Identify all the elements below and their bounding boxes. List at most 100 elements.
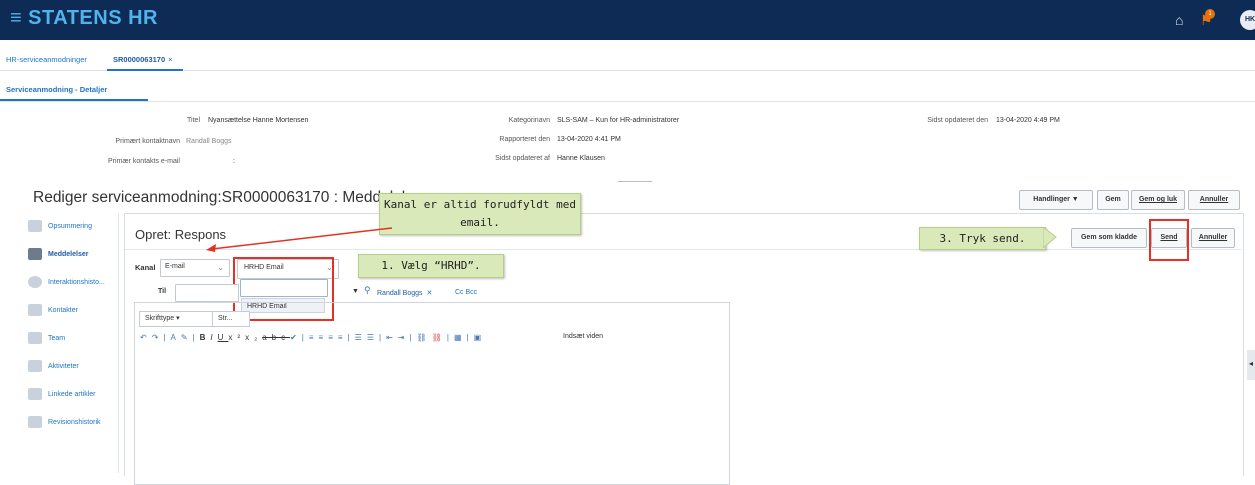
record-tab-bar (0, 48, 1255, 71)
redo-icon[interactable]: ↷ (152, 333, 164, 342)
dropdown-arrow-icon[interactable]: ▼ (352, 288, 359, 295)
updated-by-label: Sidst opdateret af (495, 155, 550, 162)
sidebar-item-interaktionshistorik[interactable]: Interaktionshisto... (28, 276, 105, 294)
team-icon (28, 332, 42, 344)
sidebar-item-aktiviteter[interactable]: Aktiviteter (28, 360, 79, 378)
annuller-page-button[interactable]: Annuller (1188, 190, 1240, 210)
clear-format-icon[interactable]: ✔ (290, 333, 302, 342)
collapse-handle[interactable] (618, 181, 652, 182)
tab-sr-record-label: SR0000063170 (113, 55, 166, 64)
clock-icon (28, 276, 42, 288)
font-color-icon[interactable]: A (170, 333, 180, 342)
app-header (0, 0, 1255, 40)
sidebar-item-label: Interaktionshisto... (48, 278, 105, 286)
recipient-chip[interactable]: Randall Boggs ✕ (377, 289, 432, 297)
highlight-icon[interactable]: ✎ (181, 333, 193, 342)
sidebar-item-linkede-artikler[interactable]: Linkede artikler (28, 388, 95, 406)
updated-on-value: 13-04-2020 4:49 PM (996, 117, 1060, 124)
search-icon[interactable]: ⚲ (364, 285, 371, 296)
messages-icon (28, 248, 42, 260)
tab-sr-record[interactable]: SR0000063170 × (113, 55, 173, 64)
reported-value: 13-04-2020 4:41 PM (557, 136, 621, 143)
gem-og-luk-button[interactable]: Gem og luk (1131, 190, 1185, 210)
sidebar-item-team[interactable]: Team (28, 332, 65, 350)
primary-email-value: : (233, 158, 235, 165)
italic-icon[interactable]: I (210, 333, 217, 342)
callout-step3-pointer (1043, 227, 1057, 248)
app-brand[interactable]: ≡ STATENS HR (10, 7, 158, 30)
user-avatar[interactable]: HK (1240, 10, 1255, 30)
message-editor[interactable] (134, 302, 730, 485)
chevron-down-icon: ▾ (176, 315, 180, 322)
remove-recipient-icon[interactable]: ✕ (427, 290, 433, 297)
outdent-icon[interactable]: ⇤ (386, 333, 398, 342)
sidebar-item-revisionshistorik[interactable]: Revisionshistorik (28, 416, 101, 434)
superscript-icon[interactable]: x² (228, 333, 245, 342)
sidebar-item-label: Opsummering (48, 222, 92, 230)
subscript-icon[interactable]: x₂ (245, 333, 262, 342)
gem-button[interactable]: Gem (1097, 190, 1129, 210)
font-size-select[interactable]: Str... (212, 311, 250, 327)
chevron-left-icon: ◂ (1249, 359, 1254, 368)
summary-icon (28, 220, 42, 232)
kanal-select[interactable]: E-mail ⌄ (160, 259, 230, 277)
bullet-list-icon[interactable]: ☰ (355, 333, 367, 342)
gem-som-kladde-button[interactable]: Gem som kladde (1071, 228, 1147, 248)
sidebar-item-label: Linkede artikler (48, 390, 96, 398)
image-icon[interactable]: ▣ (474, 333, 487, 342)
hamburger-icon[interactable]: ≡ (10, 7, 22, 29)
font-type-select[interactable]: Skrifttype ▾ (139, 311, 213, 327)
numbered-list-icon[interactable]: ☰ (367, 333, 379, 342)
indent-icon[interactable]: ⇥ (398, 333, 410, 342)
sidebar-item-opsummering[interactable]: Opsummering (28, 220, 92, 238)
contacts-icon (28, 304, 42, 316)
panel-expand-handle[interactable]: ◂ (1247, 350, 1255, 380)
brand-label: STATENS HR (28, 7, 158, 29)
sidebar-item-kontakter[interactable]: Kontakter (28, 304, 78, 322)
callout-arrow (206, 227, 393, 252)
history-icon (28, 416, 42, 428)
primary-contact-value[interactable]: Randall Boggs (186, 138, 232, 145)
close-icon[interactable]: × (168, 55, 172, 64)
from-search-input[interactable] (240, 279, 328, 297)
tab-serviceanmodning-detaljer[interactable]: Serviceanmodning - Detaljer (6, 85, 107, 94)
insert-knowledge-button[interactable]: Indsæt viden (563, 333, 603, 340)
til-input[interactable] (175, 284, 239, 302)
table-icon[interactable]: ▦ (454, 333, 467, 342)
cc-bcc-link[interactable]: Cc Bcc (455, 289, 477, 296)
pointer-shape (1043, 227, 1057, 248)
category-label: Kategorinavn (508, 117, 550, 124)
underline-icon[interactable]: U (218, 333, 229, 342)
strikethrough-icon[interactable]: abc (262, 333, 290, 342)
align-left-icon[interactable]: ≡ (309, 333, 319, 342)
link-icon[interactable]: ⛓ (417, 333, 432, 342)
tab-hr-serviceanmodninger[interactable]: HR-serviceanmodninger (6, 55, 87, 64)
sidebar-item-label: Team (48, 334, 66, 342)
reported-label: Rapporteret den (499, 136, 550, 143)
sidebar-item-label: Aktiviteter (48, 362, 79, 370)
primary-email-label: Primær kontakts e-mail (108, 158, 180, 165)
justify-icon[interactable]: ≡ (338, 333, 348, 342)
notification-badge: 1 (1205, 9, 1215, 19)
annuller-page-label: Annuller (1199, 196, 1229, 203)
editor-toolbar[interactable]: ↶↷|A✎|BIUx²x₂abc✔|≡≡≡≡|☰☰|⇤⇥|⛓⛓|▦|▣ (140, 333, 486, 342)
home-icon[interactable]: ⌂ (1175, 12, 1183, 28)
bold-icon[interactable]: B (200, 333, 211, 342)
recipient-name: Randall Boggs (377, 290, 423, 297)
undo-icon[interactable]: ↶ (140, 333, 152, 342)
category-value: SLS-SAM – Kun for HR-administratorer (557, 117, 680, 124)
detail-tab-bar (0, 79, 1255, 102)
callout-step1: 1. Vælg “HRHD”. (358, 254, 504, 278)
chevron-down-icon: ⌄ (217, 263, 224, 272)
callout-step3: 3. Tryk send. (919, 227, 1046, 250)
handlinger-button[interactable]: Handlinger ▼ (1019, 190, 1093, 210)
align-right-icon[interactable]: ≡ (328, 333, 338, 342)
unlink-icon[interactable]: ⛓ (432, 333, 447, 342)
arrow-line (211, 227, 393, 250)
align-center-icon[interactable]: ≡ (319, 333, 329, 342)
sidebar-item-meddelelser[interactable]: Meddelelser (28, 248, 88, 266)
link-icon (28, 388, 42, 400)
send-highlight-box (1149, 219, 1189, 261)
font-type-label: Skrifttype (145, 315, 175, 322)
annuller-response-button[interactable]: Annuller (1191, 228, 1235, 248)
